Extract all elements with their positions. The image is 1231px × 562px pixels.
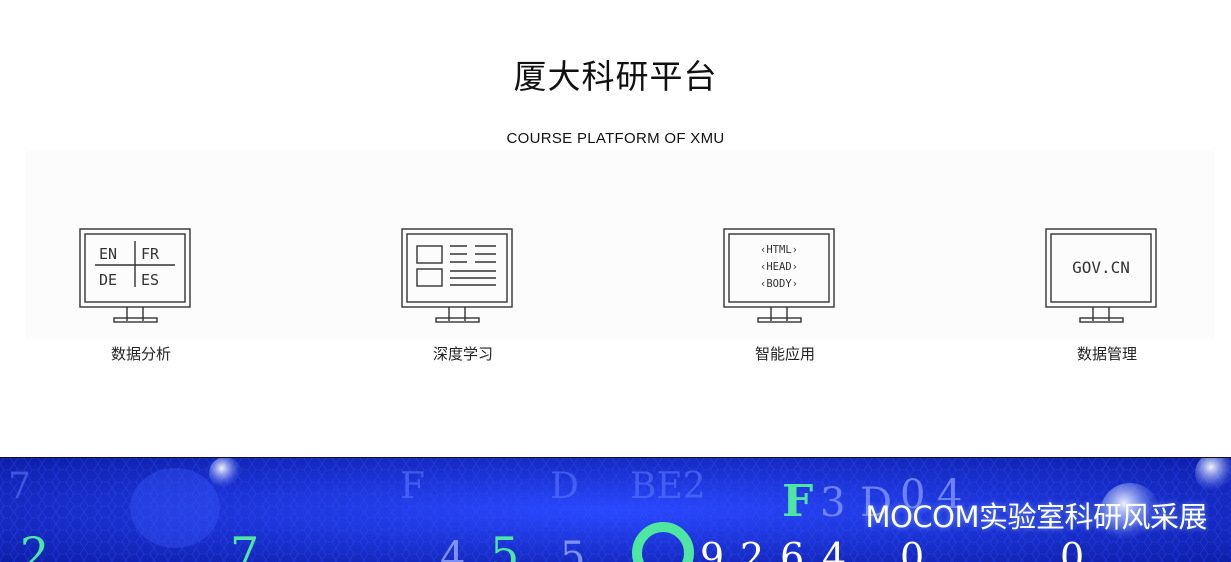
decor-glyph: D [550, 466, 579, 507]
layout-monitor-icon [401, 228, 513, 323]
screen-text: DE [99, 271, 117, 289]
decor-glyph: 3 [820, 480, 845, 526]
decor-glyph: 5 [560, 534, 585, 562]
feature-label: 数据管理 [1076, 345, 1137, 363]
feature-data-management[interactable]: GOV.CN 数据管理 [1027, 225, 1187, 375]
decor-glyph: 0 [1060, 535, 1084, 562]
domain-monitor-icon: GOV.CN [1045, 228, 1157, 323]
banner-title: MOCOM实验室科研风采展 [865, 500, 1208, 534]
screen-text: ‹HTML› [760, 244, 798, 256]
page-subtitle: COURSE PLATFORM OF XMU [506, 130, 725, 147]
decor-glyph: 4 [440, 534, 465, 562]
language-monitor-icon: EN FR DE ES [79, 228, 191, 323]
decor-glyph: 2 [740, 535, 764, 562]
bubble-decor [209, 458, 241, 489]
html-monitor-icon: ‹HTML› ‹HEAD› ‹BODY› [723, 228, 835, 323]
screen-text: ES [141, 271, 159, 289]
screen-text: EN [99, 245, 117, 263]
feature-label: 数据分析 [110, 345, 171, 363]
feature-label: 深度学习 [432, 345, 493, 363]
feature-smart-apps[interactable]: ‹HTML› ‹HEAD› ‹BODY› 智能应用 [705, 225, 865, 375]
screen-text: ‹BODY› [760, 278, 798, 290]
decor-glyph: 9 [700, 535, 724, 562]
decor-glyph: 7 [230, 527, 259, 562]
decor-glyph: 6 [780, 535, 804, 562]
screen-text: FR [141, 245, 160, 263]
decor-glyph: 4 [822, 535, 846, 562]
page-title: 厦大科研平台 [513, 57, 718, 96]
hero-banner[interactable]: 7 F D BE2 F 3 D 0 4 2 7 5 4 5 9 2 6 4 0 … [0, 457, 1231, 562]
decor-glyph: 5 [490, 527, 519, 562]
decor-glyph: 7 [8, 466, 31, 507]
decor-glyph: F [782, 476, 813, 527]
decor-glyph: F [400, 466, 425, 507]
feature-label: 智能应用 [754, 345, 815, 363]
feature-deep-learning[interactable]: 深度学习 [383, 225, 543, 375]
screen-text: GOV.CN [1072, 258, 1130, 277]
decor-glyph: 2 [20, 527, 49, 562]
feature-data-analysis[interactable]: EN FR DE ES 数据分析 [61, 225, 221, 375]
page-header: 厦大科研平台 COURSE PLATFORM OF XMU [0, 0, 1231, 160]
screen-text: ‹HEAD› [760, 261, 798, 273]
decor-glyph: BE2 [630, 466, 706, 507]
decor-glyph: 0 [900, 535, 924, 562]
